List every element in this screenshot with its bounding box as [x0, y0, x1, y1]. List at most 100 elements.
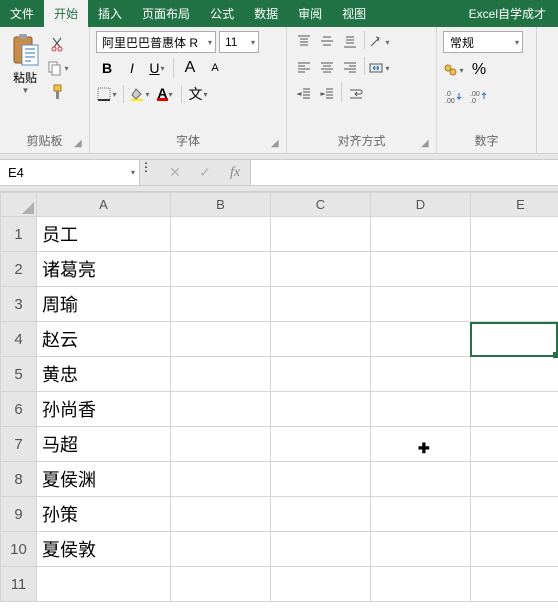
cell[interactable]: [471, 462, 558, 497]
cell[interactable]: [271, 567, 371, 602]
cell[interactable]: [171, 567, 271, 602]
cell[interactable]: [171, 217, 271, 252]
select-all-corner[interactable]: [1, 193, 37, 217]
cell[interactable]: [471, 567, 558, 602]
cell[interactable]: [471, 392, 558, 427]
align-right-button[interactable]: [339, 57, 361, 79]
enter-formula-button[interactable]: ✓: [190, 160, 220, 185]
cell[interactable]: [371, 252, 471, 287]
insert-function-button[interactable]: fx: [220, 160, 250, 185]
menu-insert[interactable]: 插入: [88, 0, 132, 27]
cell[interactable]: [371, 567, 471, 602]
merge-button[interactable]: ▾: [368, 57, 390, 79]
cell[interactable]: [371, 217, 471, 252]
cell[interactable]: [271, 217, 371, 252]
number-format-combo[interactable]: 常规 ▾: [443, 31, 523, 53]
fill-color-button[interactable]: ▾: [129, 83, 151, 105]
cell[interactable]: [471, 357, 558, 392]
col-header-E[interactable]: E: [471, 193, 558, 217]
cell[interactable]: [471, 322, 558, 357]
col-header-B[interactable]: B: [171, 193, 271, 217]
cell[interactable]: [371, 392, 471, 427]
align-middle-button[interactable]: [316, 31, 338, 53]
clipboard-expand-icon[interactable]: ◢: [74, 138, 86, 150]
cell[interactable]: [171, 532, 271, 567]
cell[interactable]: [371, 497, 471, 532]
row-header[interactable]: 11: [1, 567, 37, 602]
row-header[interactable]: 1: [1, 217, 37, 252]
paste-button[interactable]: 粘贴 ▼: [6, 31, 44, 132]
formula-bar-handle[interactable]: ⋮: [140, 160, 160, 185]
cell[interactable]: [371, 322, 471, 357]
cell[interactable]: [271, 462, 371, 497]
decrease-indent-button[interactable]: [293, 83, 315, 105]
align-left-button[interactable]: [293, 57, 315, 79]
bold-button[interactable]: B: [96, 57, 118, 79]
format-painter-button[interactable]: [46, 81, 70, 103]
col-header-C[interactable]: C: [271, 193, 371, 217]
row-header[interactable]: 2: [1, 252, 37, 287]
cell[interactable]: 孙策: [37, 497, 171, 532]
cell[interactable]: [471, 252, 558, 287]
cell[interactable]: [171, 322, 271, 357]
cell[interactable]: [171, 497, 271, 532]
percent-button[interactable]: %: [468, 59, 490, 81]
cell[interactable]: [371, 462, 471, 497]
menu-page-layout[interactable]: 页面布局: [132, 0, 200, 27]
cell[interactable]: [171, 357, 271, 392]
cell[interactable]: [471, 217, 558, 252]
cell[interactable]: [371, 532, 471, 567]
copy-button[interactable]: ▾: [46, 57, 70, 79]
cell[interactable]: 夏侯敦: [37, 532, 171, 567]
cell[interactable]: [271, 427, 371, 462]
cell[interactable]: [371, 357, 471, 392]
cell[interactable]: 孙尚香: [37, 392, 171, 427]
wrap-text-button[interactable]: [345, 83, 367, 105]
menu-brand[interactable]: Excel自学成才: [459, 0, 558, 27]
increase-decimal-button[interactable]: .0.00: [443, 85, 465, 107]
menu-view[interactable]: 视图: [332, 0, 376, 27]
grow-font-button[interactable]: A: [179, 57, 201, 79]
formula-input[interactable]: [251, 160, 558, 185]
cell[interactable]: 夏侯渊: [37, 462, 171, 497]
cell[interactable]: [171, 287, 271, 322]
font-expand-icon[interactable]: ◢: [271, 138, 283, 150]
cell[interactable]: [271, 287, 371, 322]
row-header[interactable]: 6: [1, 392, 37, 427]
row-header[interactable]: 10: [1, 532, 37, 567]
font-color-button[interactable]: A ▾: [154, 83, 176, 105]
menu-formulas[interactable]: 公式: [200, 0, 244, 27]
cell[interactable]: [371, 427, 471, 462]
font-name-combo[interactable]: 阿里巴巴普惠体 R ▾: [96, 31, 216, 53]
menu-data[interactable]: 数据: [244, 0, 288, 27]
cell[interactable]: [171, 392, 271, 427]
menu-home[interactable]: 开始: [44, 0, 88, 27]
row-header[interactable]: 4: [1, 322, 37, 357]
row-header[interactable]: 9: [1, 497, 37, 532]
cell[interactable]: 诸葛亮: [37, 252, 171, 287]
cell[interactable]: 员工: [37, 217, 171, 252]
cell[interactable]: [271, 357, 371, 392]
cell[interactable]: [171, 252, 271, 287]
row-header[interactable]: 8: [1, 462, 37, 497]
cell[interactable]: [471, 532, 558, 567]
name-box[interactable]: E4 ▾: [0, 160, 140, 185]
cell[interactable]: [271, 532, 371, 567]
orientation-button[interactable]: ▾: [368, 31, 390, 53]
cell[interactable]: [37, 567, 171, 602]
cell[interactable]: [171, 462, 271, 497]
menu-review[interactable]: 审阅: [288, 0, 332, 27]
underline-button[interactable]: U▾: [146, 57, 168, 79]
align-bottom-button[interactable]: [339, 31, 361, 53]
cell[interactable]: [271, 322, 371, 357]
decrease-decimal-button[interactable]: .00.0: [468, 85, 490, 107]
currency-button[interactable]: ▾: [443, 59, 465, 81]
col-header-A[interactable]: A: [37, 193, 171, 217]
align-center-button[interactable]: [316, 57, 338, 79]
alignment-expand-icon[interactable]: ◢: [421, 138, 433, 150]
cell[interactable]: [371, 287, 471, 322]
cell[interactable]: 马超: [37, 427, 171, 462]
cell[interactable]: [471, 427, 558, 462]
row-header[interactable]: 7: [1, 427, 37, 462]
cell[interactable]: 黄忠: [37, 357, 171, 392]
